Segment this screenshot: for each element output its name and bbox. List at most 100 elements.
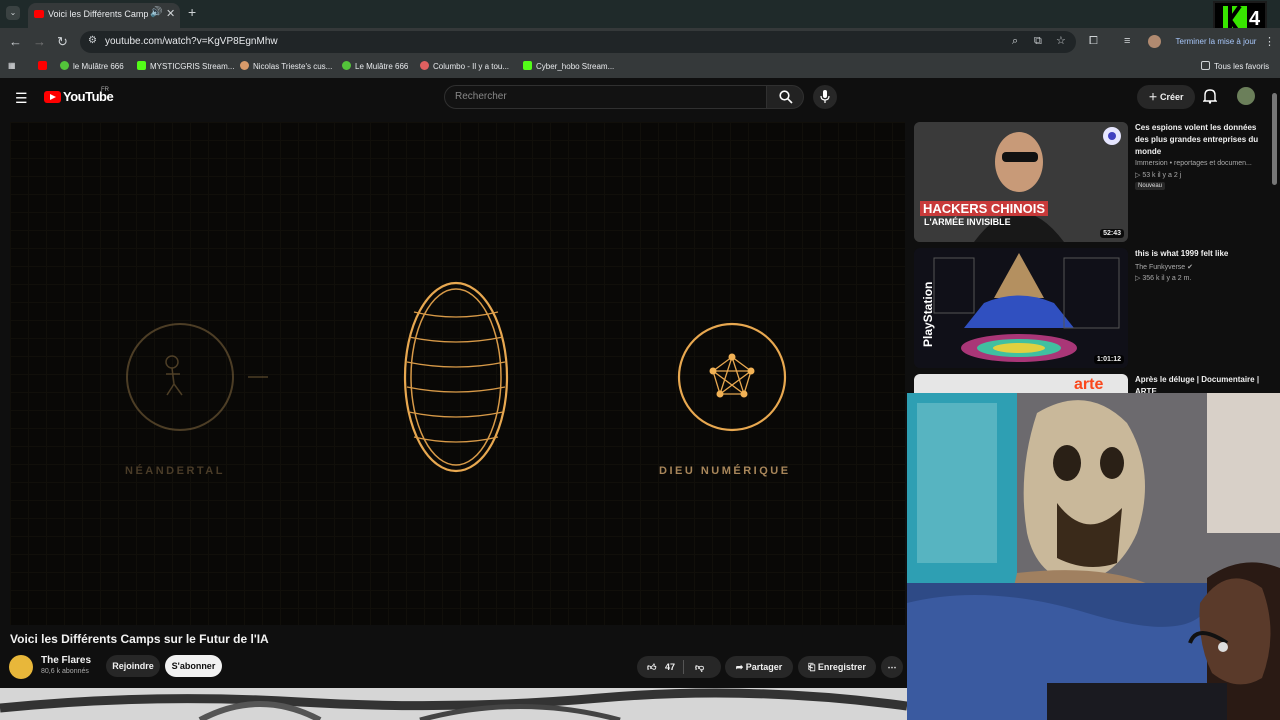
save-label: Enregistrer (817, 662, 866, 672)
country-code: FR (101, 87, 109, 93)
recommended-thumbnail[interactable]: HACKERS CHINOIS L'ARMÉE INVISIBLE 52:43 (914, 122, 1128, 242)
stats-text: 356 k il y a 2 m. (1142, 275, 1192, 282)
like-count[interactable]: 47 (665, 656, 675, 678)
thumbnail-image (914, 248, 1128, 368)
youtube-favicon-icon (34, 10, 44, 18)
install-app-icon[interactable]: ⧉ (1034, 35, 1042, 48)
left-caption: NÉANDERTAL (125, 465, 225, 477)
recommended-stats: ▷ 53 k il y a 2 j (1135, 170, 1265, 181)
like-icon[interactable]: 👍︎ (647, 656, 656, 678)
new-tab-button[interactable]: + (188, 4, 196, 20)
recommended-title[interactable]: this is what 1999 felt like (1135, 248, 1265, 260)
plus-icon: ＋ (1148, 92, 1160, 102)
recommended-channel[interactable]: Immersion • reportages et documen... (1135, 158, 1265, 169)
channel-avatar[interactable] (9, 655, 33, 679)
speaker-icon[interactable]: 🔊 (150, 7, 162, 18)
right-caption: DIEU NUMÉRIQUE (659, 465, 791, 477)
video-duration: 1:01:12 (1093, 355, 1124, 364)
save-button[interactable]: ⎗ Enregistrer (798, 656, 876, 678)
url-text[interactable]: youtube.com/watch?v=KgVP8EgnMhw (105, 36, 278, 47)
channel-text: The Funkyverse (1135, 264, 1186, 271)
description-image (0, 688, 907, 720)
apps-icon[interactable]: ▦ (8, 61, 16, 70)
youtube-logo-icon[interactable] (44, 91, 61, 103)
bookmark-item[interactable]: Cyber_hobo Stream... (523, 61, 614, 71)
divider (683, 660, 684, 674)
browser-tab[interactable]: Voici les Différents Camps sur le Futur … (28, 3, 180, 28)
globe-disc-icon (403, 281, 509, 473)
bookmark-star-icon[interactable]: ☆ (1056, 34, 1066, 47)
menu-icon[interactable]: ☰ (15, 90, 28, 107)
thumbnail-subline: L'ARMÉE INVISIBLE (924, 217, 1011, 227)
video-player[interactable]: NÉANDERTAL DIEU NUMÉRIQUE (10, 122, 905, 625)
share-label: Partager (745, 662, 783, 672)
bookmark-item[interactable]: Le Mulâtre 666 (342, 61, 408, 71)
close-icon[interactable]: ✕ (166, 7, 175, 20)
reading-list-icon[interactable]: ≡ (1124, 35, 1130, 47)
search-button[interactable] (766, 85, 804, 109)
forward-icon[interactable]: → (33, 34, 46, 49)
bookmark-item[interactable]: Columbo - Il y a tou... (420, 61, 509, 71)
thumbnail-headline: HACKERS CHINOIS (920, 201, 1049, 216)
join-button[interactable]: Rejoindre (106, 655, 160, 677)
save-icon: ⎗ (808, 662, 818, 672)
all-bookmarks[interactable]: Tous les favoris (1201, 61, 1269, 71)
microphone-icon (820, 90, 830, 103)
create-button[interactable]: ＋ Créer (1137, 85, 1195, 109)
search-placeholder: Rechercher (455, 91, 507, 102)
recommended-channel[interactable]: The Funkyverse ✔ (1135, 262, 1265, 273)
channel-name[interactable]: The Flares (41, 655, 91, 666)
bookmark-label: le Mulâtre 666 (73, 62, 124, 71)
reload-icon[interactable]: ↻ (57, 34, 68, 50)
recommended-thumbnail[interactable]: PlayStation 1:01:12 (914, 248, 1128, 368)
tab-title: Voici les Différents Camps sur le Futur … (48, 9, 148, 19)
more-actions-button[interactable]: ⋯ (881, 656, 903, 678)
search-input[interactable]: Rechercher (444, 85, 767, 109)
create-label: Créer (1160, 92, 1184, 102)
bookmark-label: Nicolas Trieste's cus... (253, 62, 333, 71)
subscriber-count: 80,6 k abonnés (41, 668, 89, 675)
back-icon[interactable]: ← (9, 34, 22, 49)
like-dislike-group: 👍︎ 47 👎︎ (637, 656, 721, 678)
address-bar[interactable]: ⚙ youtube.com/watch?v=KgVP8EgnMhw ⌕ ⧉ ☆ (80, 31, 1076, 53)
description-area (0, 688, 907, 720)
verified-icon: ✔ (1185, 264, 1193, 271)
video-duration: 52:43 (1100, 229, 1124, 238)
site-info-icon[interactable]: ⚙ (88, 35, 97, 46)
menu-dots-icon[interactable]: ⋮ (1264, 35, 1275, 48)
dislike-icon[interactable]: 👎︎ (695, 656, 704, 678)
browser-tab-bar: ⌄ Voici les Différents Camps sur le Futu… (0, 0, 1280, 28)
thumbnail-headline: arte (1074, 376, 1104, 393)
video-title: Voici les Différents Camps sur le Futur … (10, 632, 269, 646)
recommended-stats: ▷ 356 k il y a 2 m. (1135, 273, 1265, 284)
subscribe-button[interactable]: S'abonner (165, 655, 222, 677)
tab-search-button[interactable]: ⌄ (6, 6, 20, 20)
bookmark-item[interactable]: le Mulâtre 666 (60, 61, 124, 71)
bookmark-label: MYSTICGRIS Stream... (150, 62, 235, 71)
bookmark-label: Le Mulâtre 666 (355, 62, 409, 71)
share-button[interactable]: ➦ Partager (725, 656, 793, 678)
account-avatar[interactable] (1237, 87, 1255, 105)
webcam-overlay (907, 393, 1280, 720)
recommended-title[interactable]: Ces espions volent les données des plus … (1135, 122, 1265, 158)
webcam-image (907, 393, 1280, 720)
all-bookmarks-label: Tous les favoris (1214, 62, 1270, 71)
profile-avatar[interactable] (1148, 35, 1161, 48)
bookmark-label: Columbo - Il y a tou... (433, 62, 510, 71)
new-badge: Nouveau (1135, 182, 1166, 190)
search-icon (779, 90, 793, 104)
zoom-icon[interactable]: ⌕ (1012, 35, 1018, 48)
browser-toolbar: ← → ↻ ⚙ youtube.com/watch?v=KgVP8EgnMhw … (0, 28, 1280, 56)
share-icon: ➦ (735, 662, 746, 672)
update-button[interactable]: Terminer la mise à jour (1170, 32, 1262, 52)
thumbnail-headline: PlayStation (921, 281, 935, 347)
notifications-icon[interactable] (1202, 88, 1218, 109)
youtube-header: ☰ YouTube FR Rechercher ＋ Créer (0, 80, 1280, 116)
bookmark-youtube-icon[interactable] (38, 61, 51, 71)
digital-god-icon (677, 322, 787, 432)
bookmark-item[interactable]: MYSTICGRIS Stream... (137, 61, 234, 71)
sidebar-scrollbar[interactable] (1272, 93, 1277, 185)
bookmark-item[interactable]: Nicolas Trieste's cus... (240, 61, 332, 71)
extensions-icon[interactable]: ⧠ (1089, 35, 1098, 48)
voice-search-button[interactable] (813, 85, 837, 109)
